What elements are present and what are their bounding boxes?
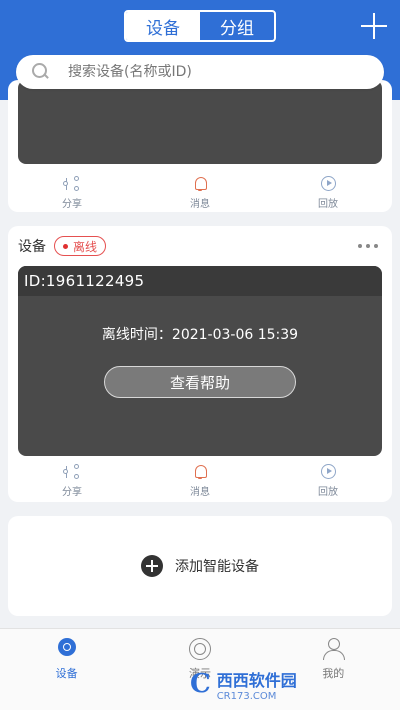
device-card-previous: 分享 消息 回放 — [8, 80, 392, 212]
bell-icon — [190, 176, 210, 192]
video-preview[interactable]: ID:1961122495 离线时间：2021-03-06 15:39 查看帮助 — [18, 266, 382, 456]
share-label: 分享 — [62, 487, 82, 498]
search-bar — [16, 55, 384, 89]
status-dot-icon — [63, 243, 68, 249]
card-actions: 分享 消息 回放 — [8, 460, 392, 502]
playback-button[interactable]: 回放 — [264, 172, 392, 214]
message-label: 消息 — [190, 199, 210, 210]
more-icon[interactable] — [358, 244, 378, 248]
tab-devices[interactable]: 设备 — [126, 12, 200, 40]
search-icon — [32, 63, 50, 81]
watermark-name: 西西软件园 — [216, 670, 297, 690]
message-button[interactable]: 消息 — [136, 172, 264, 214]
demo-icon — [187, 637, 213, 661]
watermark: C 西西软件园 CR173.COM — [190, 664, 386, 704]
tabbar-item-devices[interactable]: 设备 — [0, 629, 133, 710]
top-header: 设备 分组 — [0, 0, 400, 50]
playback-icon — [318, 176, 338, 192]
video-preview[interactable] — [18, 80, 382, 164]
device-id-bar: ID:1961122495 — [18, 266, 382, 296]
status-label: 离线 — [73, 239, 98, 254]
add-icon[interactable] — [358, 10, 390, 42]
watermark-logo: C — [190, 669, 211, 699]
message-button[interactable]: 消息 — [136, 460, 264, 502]
segment-control: 设备 分组 — [124, 10, 276, 42]
add-device-card[interactable]: 添加智能设备 — [8, 516, 392, 616]
search-input[interactable] — [68, 64, 348, 80]
watermark-site: CR173.COM — [216, 690, 277, 702]
share-icon — [62, 464, 82, 480]
playback-label: 回放 — [318, 487, 338, 498]
playback-label: 回放 — [318, 199, 338, 210]
add-device-label: 添加智能设备 — [175, 559, 259, 575]
watermark-text: 西西软件园 CR173.COM — [217, 667, 297, 702]
playback-button[interactable]: 回放 — [264, 460, 392, 502]
share-label: 分享 — [62, 199, 82, 210]
help-button[interactable]: 查看帮助 — [104, 366, 296, 398]
camera-icon — [54, 637, 80, 661]
share-button[interactable]: 分享 — [8, 172, 136, 214]
device-card: 设备 离线 ID:1961122495 离线时间：2021-03-06 15:3… — [8, 226, 392, 502]
tabbar-label: 设备 — [55, 667, 78, 680]
playback-icon — [318, 464, 338, 480]
device-name: 设备 — [18, 239, 46, 255]
status-badge: 离线 — [54, 236, 107, 256]
card-header: 设备 离线 — [18, 234, 382, 258]
share-button[interactable]: 分享 — [8, 460, 136, 502]
device-id: ID:1961122495 — [24, 272, 145, 290]
offline-time: 离线时间：2021-03-06 15:39 — [101, 327, 299, 343]
share-icon — [62, 176, 82, 192]
message-label: 消息 — [190, 487, 210, 498]
card-actions: 分享 消息 回放 — [8, 172, 392, 214]
user-icon — [320, 637, 346, 661]
tab-groups[interactable]: 分组 — [200, 12, 274, 40]
bell-icon — [190, 464, 210, 480]
plus-circle-icon — [141, 555, 163, 577]
